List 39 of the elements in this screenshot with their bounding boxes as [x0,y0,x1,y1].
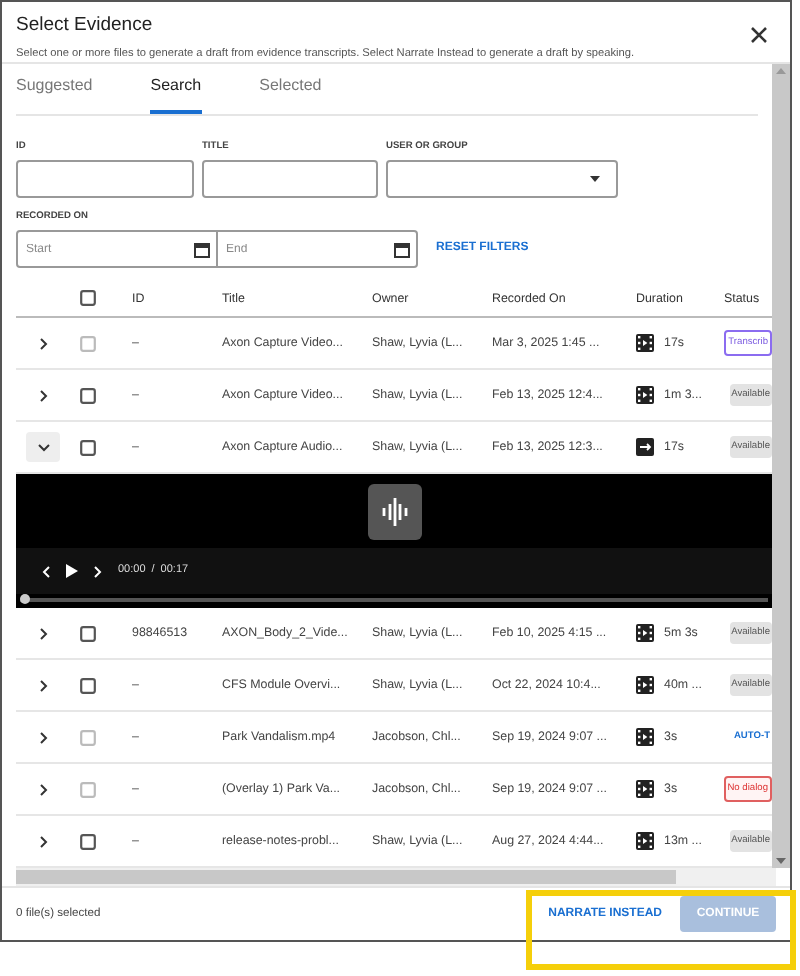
scroll-down-icon[interactable] [776,858,786,864]
caret-icon [590,176,600,183]
chevron-right-icon[interactable] [40,627,48,639]
checkbox[interactable] [80,677,96,693]
checkbox[interactable] [80,625,96,641]
previous-icon[interactable] [42,565,50,577]
checkbox[interactable] [80,833,96,849]
film-icon [636,385,654,404]
chevron-right-icon[interactable] [40,389,48,401]
progress-thumb[interactable] [20,594,30,604]
checkbox[interactable] [80,290,96,307]
checkbox[interactable] [80,439,96,455]
chevron-right-icon[interactable] [40,835,48,847]
film-icon [636,779,654,798]
collapse-button[interactable] [26,432,60,462]
film-icon [636,333,654,352]
film-icon [636,831,654,850]
user-dropdown[interactable] [386,160,618,199]
film-icon [636,623,654,642]
film-icon [636,727,654,746]
checkbox[interactable] [80,387,96,403]
vertical-scrollbar[interactable] [772,64,790,868]
calendar-icon[interactable] [194,241,210,258]
tab[interactable]: Selected [259,74,322,114]
chevron-right-icon[interactable] [40,679,48,691]
next-icon[interactable] [94,565,102,577]
film-icon [636,675,654,694]
play-icon[interactable] [66,564,78,578]
close-icon[interactable] [750,26,768,44]
id-input-field[interactable] [16,160,194,199]
horizontal-scrollbar[interactable] [16,868,776,886]
audio-icon [636,437,654,456]
tab[interactable]: Suggested [16,74,93,114]
calendar-icon[interactable] [394,241,410,258]
chevron-down-icon [37,443,49,451]
title-input-field[interactable] [202,160,378,199]
dialog-title: Select Evidence [16,12,155,40]
waveform-icon [367,483,421,539]
tab[interactable]: Search [150,74,202,114]
